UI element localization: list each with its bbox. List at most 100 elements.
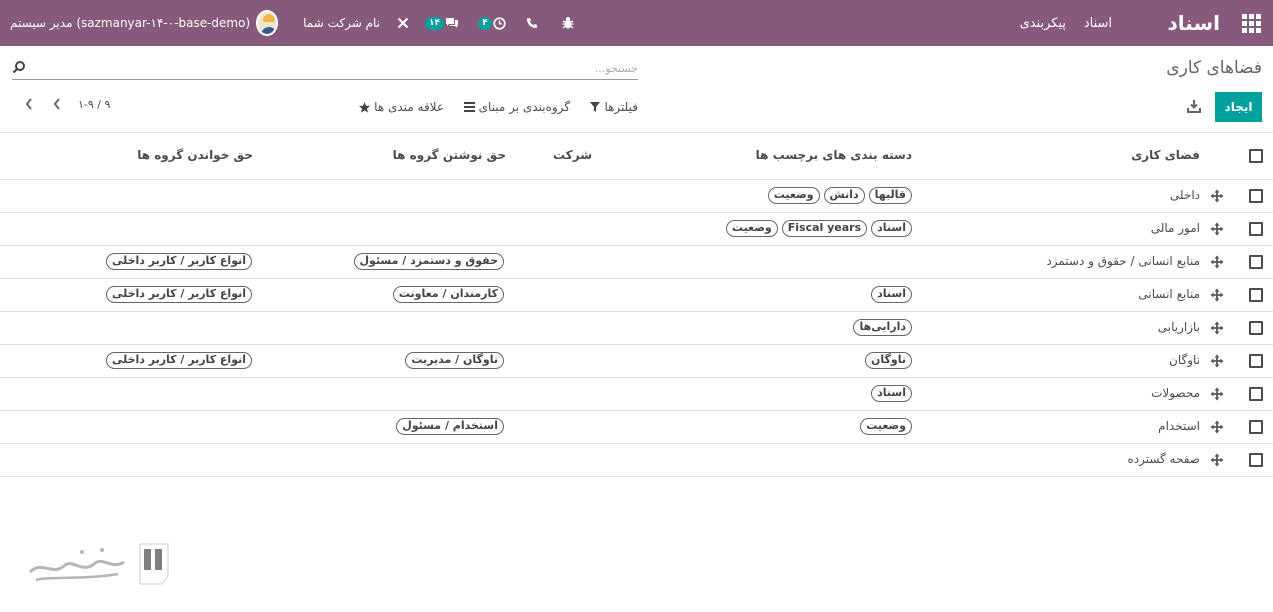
workspace-name: ناوگان	[1169, 353, 1200, 367]
filter-icon	[590, 102, 601, 112]
search-bar	[12, 58, 638, 80]
messages-button[interactable]: ۱۴	[422, 0, 462, 46]
drag-handle-arrows-icon[interactable]	[1210, 288, 1224, 302]
column-header-workspace[interactable]: فضای کاری	[1131, 148, 1200, 162]
category-tag[interactable]: دانش	[823, 187, 865, 204]
workspace-name: بازاریابی	[1157, 320, 1200, 334]
table-row[interactable]: داخلی وضعیت دانش قالبها	[0, 180, 1273, 213]
group-by-label: گروه‌بندی بر مبنای	[478, 100, 570, 114]
row-checkbox[interactable]	[1249, 453, 1263, 467]
row-checkbox[interactable]	[1249, 420, 1263, 434]
user-menu[interactable]: مدیر سیستم (sazmanyar-۱۴-۰-base-demo)	[10, 0, 278, 46]
category-tags: اسناد	[871, 286, 912, 303]
filters-button[interactable]: فیلترها	[586, 97, 638, 117]
favorites-button[interactable]: علاقه مندی ها	[352, 97, 444, 117]
drag-handle-arrows-icon[interactable]	[1210, 321, 1224, 335]
category-tags: اسناد	[871, 385, 912, 402]
comments-icon	[446, 18, 458, 28]
category-tag[interactable]: قالبها	[868, 187, 912, 204]
filters-label: فیلترها	[604, 100, 638, 114]
category-tag[interactable]: وضعیت	[860, 418, 912, 435]
workspace-name: محصولات	[1151, 386, 1200, 400]
top-navbar: اسناد اسناد پیکربندی ۴ ۱۴ نام شرکت شما م…	[0, 0, 1273, 46]
category-tag[interactable]: دارایی‌ها	[853, 319, 912, 336]
pager-value[interactable]: ۱-۹ / ۹	[78, 98, 118, 111]
drag-handle-arrows-icon[interactable]	[1210, 189, 1224, 203]
message-count-badge: ۱۴	[425, 16, 444, 30]
favorites-label: علاقه مندی ها	[374, 100, 444, 114]
drag-handle-arrows-icon[interactable]	[1210, 420, 1224, 434]
row-checkbox[interactable]	[1249, 255, 1263, 269]
search-icon[interactable]	[12, 60, 26, 74]
table-row[interactable]: بازاریابی دارایی‌ها	[0, 312, 1273, 345]
row-checkbox[interactable]	[1249, 189, 1263, 203]
avatar	[256, 10, 278, 36]
read-group-tag[interactable]: انواع کاربر / کاربر داخلی	[105, 253, 252, 270]
row-checkbox[interactable]	[1249, 321, 1263, 335]
create-button[interactable]: ایجاد	[1215, 92, 1262, 122]
category-tags: وضعیت دانش قالبها	[767, 187, 912, 204]
category-tag[interactable]: اسناد	[871, 385, 912, 402]
bars-icon	[463, 102, 475, 112]
star-icon	[359, 101, 371, 113]
table-row[interactable]: استخدام وضعیت استخدام / مسئول	[0, 411, 1273, 444]
column-header-tag-categories[interactable]: دسته بندی های برچسب ها	[756, 148, 912, 162]
table-row[interactable]: ناوگان ناوگان ناوگان / مدیریت انواع کاربر /…	[0, 345, 1273, 378]
category-tag[interactable]: Fiscal years	[781, 220, 868, 237]
debug-bug-icon[interactable]	[558, 0, 578, 46]
category-tag[interactable]: وضعیت	[725, 220, 778, 237]
read-group-tags: انواع کاربر / کاربر داخلی	[105, 253, 252, 270]
category-tag[interactable]: ناوگان	[864, 352, 912, 369]
category-tags: ناوگان	[864, 352, 912, 369]
table-row[interactable]: امور مالی وضعیت Fiscal years اسناد	[0, 213, 1273, 246]
table-row[interactable]: صفحه گسترده	[0, 444, 1273, 477]
write-group-tag[interactable]: کارمندان / معاونت	[392, 286, 504, 303]
phone-icon[interactable]	[522, 0, 542, 46]
app-brand[interactable]: اسناد	[1160, 0, 1220, 46]
row-checkbox[interactable]	[1249, 288, 1263, 302]
column-header-write-groups[interactable]: حق نوشتن گروه ها	[393, 148, 506, 162]
row-checkbox[interactable]	[1249, 387, 1263, 401]
write-group-tags: استخدام / مسئول	[396, 418, 504, 435]
tools-close-icon[interactable]	[393, 0, 413, 46]
table-header: فضای کاری دسته بندی های برچسب ها شرکت حق…	[0, 133, 1273, 180]
menu-configuration[interactable]: پیکربندی	[1010, 0, 1066, 46]
read-group-tag[interactable]: انواع کاربر / کاربر داخلی	[105, 352, 252, 369]
write-group-tag[interactable]: استخدام / مسئول	[396, 418, 504, 435]
apps-menu-icon[interactable]	[1240, 0, 1262, 46]
pager-next-chevron-icon[interactable]	[50, 98, 64, 114]
table-row[interactable]: منابع انسانی اسناد کارمندان / معاونت انواع …	[0, 279, 1273, 312]
select-all-checkbox[interactable]	[1249, 149, 1263, 163]
category-tag[interactable]: اسناد	[871, 220, 912, 237]
activity-count-badge: ۴	[478, 16, 492, 30]
search-input[interactable]	[38, 58, 638, 78]
workspace-name: صفحه گسترده	[1127, 452, 1200, 466]
drag-handle-arrows-icon[interactable]	[1210, 387, 1224, 401]
column-header-company[interactable]: شرکت	[553, 148, 592, 162]
category-tag[interactable]: اسناد	[871, 286, 912, 303]
drag-handle-arrows-icon[interactable]	[1210, 453, 1224, 467]
row-checkbox[interactable]	[1249, 222, 1263, 236]
table-row[interactable]: منابع انسانی / حقوق و دستمزد حقوق و دستمز…	[0, 246, 1273, 279]
company-switcher[interactable]: نام شرکت شما	[300, 0, 380, 46]
group-by-button[interactable]: گروه‌بندی بر مبنای	[460, 97, 570, 117]
drag-handle-arrows-icon[interactable]	[1210, 255, 1224, 269]
drag-handle-arrows-icon[interactable]	[1210, 222, 1224, 236]
category-tag[interactable]: وضعیت	[767, 187, 820, 204]
category-tags: وضعیت	[860, 418, 912, 435]
table-row[interactable]: محصولات اسناد	[0, 378, 1273, 411]
download-icon[interactable]	[1186, 98, 1202, 114]
menu-documents[interactable]: اسناد	[1076, 0, 1112, 46]
workspace-name: امور مالی	[1150, 221, 1200, 235]
drag-handle-arrows-icon[interactable]	[1210, 354, 1224, 368]
column-header-read-groups[interactable]: حق خواندن گروه ها	[137, 148, 253, 162]
read-group-tag[interactable]: انواع کاربر / کاربر داخلی	[105, 286, 252, 303]
pager-prev-chevron-icon[interactable]	[22, 98, 36, 114]
activity-button[interactable]: ۴	[476, 0, 508, 46]
write-group-tag[interactable]: ناوگان / مدیریت	[405, 352, 504, 369]
write-group-tag[interactable]: حقوق و دستمزد / مسئول	[353, 253, 504, 270]
clock-icon	[493, 16, 506, 30]
row-checkbox[interactable]	[1249, 354, 1263, 368]
category-tags: دارایی‌ها	[853, 319, 912, 336]
write-group-tags: ناوگان / مدیریت	[405, 352, 504, 369]
